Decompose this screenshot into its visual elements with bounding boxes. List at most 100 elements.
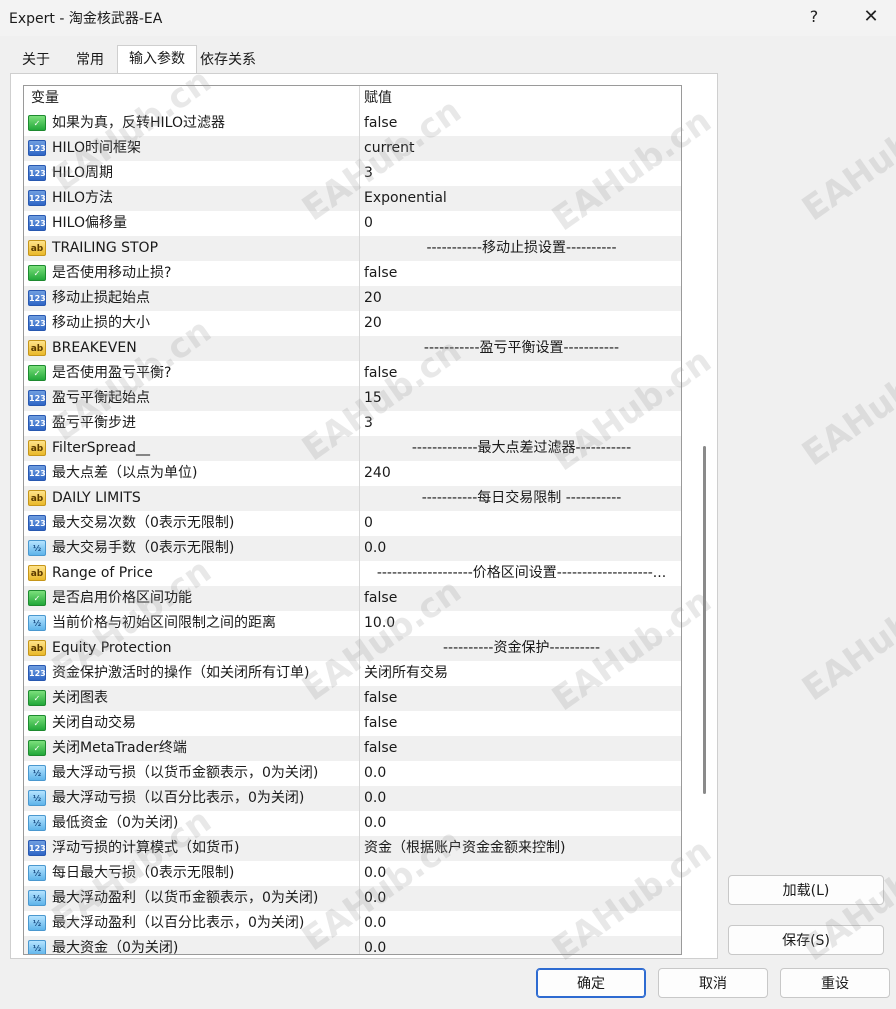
- param-value[interactable]: 10.0: [364, 611, 679, 636]
- param-value[interactable]: false: [364, 736, 679, 761]
- param-row[interactable]: 123 资金保护激活时的操作（如关闭所有订单) 关闭所有交易: [24, 661, 681, 686]
- param-row[interactable]: 123 HILO偏移量 0: [24, 211, 681, 236]
- param-value[interactable]: 0.0: [364, 861, 679, 886]
- param-name-cell[interactable]: ✓ 是否使用盈亏平衡?: [24, 361, 360, 386]
- cancel-button[interactable]: 取消: [658, 968, 768, 998]
- param-row[interactable]: ½ 最低资金（0为关闭) 0.0: [24, 811, 681, 836]
- param-name-cell[interactable]: ✓ 是否启用价格区间功能: [24, 586, 360, 611]
- help-button[interactable]: ?: [800, 6, 828, 28]
- param-name-cell[interactable]: ✓ 关闭图表: [24, 686, 360, 711]
- param-value[interactable]: 0.0: [364, 936, 679, 954]
- param-row[interactable]: ½ 最大浮动亏损（以百分比表示，0为关闭) 0.0: [24, 786, 681, 811]
- param-value[interactable]: false: [364, 586, 679, 611]
- param-name-cell[interactable]: ab TRAILING STOP: [24, 236, 360, 261]
- param-value[interactable]: -------------------价格区间设置---------------…: [364, 561, 679, 586]
- load-button[interactable]: 加载(L): [728, 875, 884, 905]
- param-value[interactable]: ----------资金保护----------: [364, 636, 679, 661]
- param-row[interactable]: ½ 最大交易手数（0表示无限制) 0.0: [24, 536, 681, 561]
- param-value[interactable]: 资金（根据账户资金金额来控制): [364, 836, 679, 861]
- param-value[interactable]: 15: [364, 386, 679, 411]
- param-name-cell[interactable]: ½ 每日最大亏损（0表示无限制): [24, 861, 360, 886]
- param-name-cell[interactable]: 123 HILO时间框架: [24, 136, 360, 161]
- param-value[interactable]: current: [364, 136, 679, 161]
- param-row[interactable]: 123 HILO方法 Exponential: [24, 186, 681, 211]
- param-row[interactable]: 123 浮动亏损的计算模式（如货币) 资金（根据账户资金金额来控制): [24, 836, 681, 861]
- param-value[interactable]: 0: [364, 211, 679, 236]
- param-value[interactable]: 0.0: [364, 811, 679, 836]
- param-row[interactable]: 123 最大交易次数（0表示无限制) 0: [24, 511, 681, 536]
- param-value[interactable]: 0: [364, 511, 679, 536]
- param-name-cell[interactable]: 123 HILO偏移量: [24, 211, 360, 236]
- param-value[interactable]: Exponential: [364, 186, 679, 211]
- param-value[interactable]: false: [364, 686, 679, 711]
- param-row[interactable]: ab BREAKEVEN -----------盈亏平衡设置-----------: [24, 336, 681, 361]
- param-name-cell[interactable]: ab DAILY LIMITS: [24, 486, 360, 511]
- param-name-cell[interactable]: 123 资金保护激活时的操作（如关闭所有订单): [24, 661, 360, 686]
- param-row[interactable]: 123 移动止损的大小 20: [24, 311, 681, 336]
- param-name-cell[interactable]: ab BREAKEVEN: [24, 336, 360, 361]
- param-value[interactable]: 0.0: [364, 536, 679, 561]
- param-row[interactable]: ½ 每日最大亏损（0表示无限制) 0.0: [24, 861, 681, 886]
- param-value[interactable]: false: [364, 711, 679, 736]
- param-row[interactable]: 123 盈亏平衡步进 3: [24, 411, 681, 436]
- param-row[interactable]: ✓ 关闭MetaTrader终端 false: [24, 736, 681, 761]
- param-name-cell[interactable]: ½ 最大浮动亏损（以货币金额表示，0为关闭): [24, 761, 360, 786]
- vertical-scrollbar[interactable]: [700, 86, 712, 956]
- param-value[interactable]: -----------移动止损设置----------: [364, 236, 679, 261]
- param-value[interactable]: -------------最大点差过滤器-----------: [364, 436, 679, 461]
- tab-about[interactable]: 关于: [10, 47, 62, 73]
- param-name-cell[interactable]: ab FilterSpread__: [24, 436, 360, 461]
- param-row[interactable]: 123 移动止损起始点 20: [24, 286, 681, 311]
- param-row[interactable]: ½ 最大浮动盈利（以百分比表示，0为关闭) 0.0: [24, 911, 681, 936]
- param-value[interactable]: false: [364, 111, 679, 136]
- param-name-cell[interactable]: 123 HILO方法: [24, 186, 360, 211]
- param-value[interactable]: 3: [364, 411, 679, 436]
- param-value[interactable]: 0.0: [364, 911, 679, 936]
- param-value[interactable]: 0.0: [364, 886, 679, 911]
- scrollbar-thumb[interactable]: [703, 446, 706, 794]
- param-name-cell[interactable]: 123 最大交易次数（0表示无限制): [24, 511, 360, 536]
- param-row[interactable]: ab Range of Price -------------------价格区间设…: [24, 561, 681, 586]
- param-name-cell[interactable]: ✓ 是否使用移动止损?: [24, 261, 360, 286]
- param-row[interactable]: ab FilterSpread__ -------------最大点差过滤器----…: [24, 436, 681, 461]
- param-row[interactable]: ab Equity Protection ----------资金保护-------…: [24, 636, 681, 661]
- param-name-cell[interactable]: 123 最大点差（以点为单位): [24, 461, 360, 486]
- param-row[interactable]: ½ 最大资金（0为关闭) 0.0: [24, 936, 681, 954]
- param-name-cell[interactable]: ✓ 关闭MetaTrader终端: [24, 736, 360, 761]
- param-value[interactable]: 0.0: [364, 786, 679, 811]
- param-row[interactable]: ✓ 是否使用移动止损? false: [24, 261, 681, 286]
- param-row[interactable]: ½ 当前价格与初始区间限制之间的距离 10.0: [24, 611, 681, 636]
- param-value[interactable]: -----------盈亏平衡设置-----------: [364, 336, 679, 361]
- tab-common[interactable]: 常用: [63, 47, 117, 73]
- param-name-cell[interactable]: 123 盈亏平衡起始点: [24, 386, 360, 411]
- tab-inputs[interactable]: 输入参数: [117, 45, 197, 75]
- param-name-cell[interactable]: ½ 最大资金（0为关闭): [24, 936, 360, 954]
- param-row[interactable]: ab TRAILING STOP -----------移动止损设置--------…: [24, 236, 681, 261]
- param-name-cell[interactable]: ½ 当前价格与初始区间限制之间的距离: [24, 611, 360, 636]
- param-row[interactable]: ✓ 关闭图表 false: [24, 686, 681, 711]
- param-row[interactable]: ½ 最大浮动盈利（以货币金额表示，0为关闭) 0.0: [24, 886, 681, 911]
- param-row[interactable]: 123 HILO周期 3: [24, 161, 681, 186]
- param-name-cell[interactable]: ½ 最大浮动盈利（以货币金额表示，0为关闭): [24, 886, 360, 911]
- param-name-cell[interactable]: 123 浮动亏损的计算模式（如货币): [24, 836, 360, 861]
- param-row[interactable]: ½ 最大浮动亏损（以货币金额表示，0为关闭) 0.0: [24, 761, 681, 786]
- param-value[interactable]: false: [364, 361, 679, 386]
- param-row[interactable]: ✓ 是否启用价格区间功能 false: [24, 586, 681, 611]
- param-row[interactable]: ✓ 如果为真，反转HILO过滤器 false: [24, 111, 681, 136]
- param-row[interactable]: ab DAILY LIMITS -----------每日交易限制 --------…: [24, 486, 681, 511]
- param-name-cell[interactable]: ½ 最大浮动盈利（以百分比表示，0为关闭): [24, 911, 360, 936]
- param-name-cell[interactable]: ½ 最大交易手数（0表示无限制): [24, 536, 360, 561]
- param-row[interactable]: ✓ 关闭自动交易 false: [24, 711, 681, 736]
- param-name-cell[interactable]: 123 HILO周期: [24, 161, 360, 186]
- param-row[interactable]: 123 最大点差（以点为单位) 240: [24, 461, 681, 486]
- param-name-cell[interactable]: ½ 最大浮动亏损（以百分比表示，0为关闭): [24, 786, 360, 811]
- param-row[interactable]: 123 盈亏平衡起始点 15: [24, 386, 681, 411]
- param-name-cell[interactable]: ✓ 如果为真，反转HILO过滤器: [24, 111, 360, 136]
- reset-button[interactable]: 重设: [780, 968, 890, 998]
- param-name-cell[interactable]: ab Range of Price: [24, 561, 360, 586]
- param-name-cell[interactable]: ½ 最低资金（0为关闭): [24, 811, 360, 836]
- save-button[interactable]: 保存(S): [728, 925, 884, 955]
- param-value[interactable]: false: [364, 261, 679, 286]
- param-name-cell[interactable]: ab Equity Protection: [24, 636, 360, 661]
- param-name-cell[interactable]: 123 盈亏平衡步进: [24, 411, 360, 436]
